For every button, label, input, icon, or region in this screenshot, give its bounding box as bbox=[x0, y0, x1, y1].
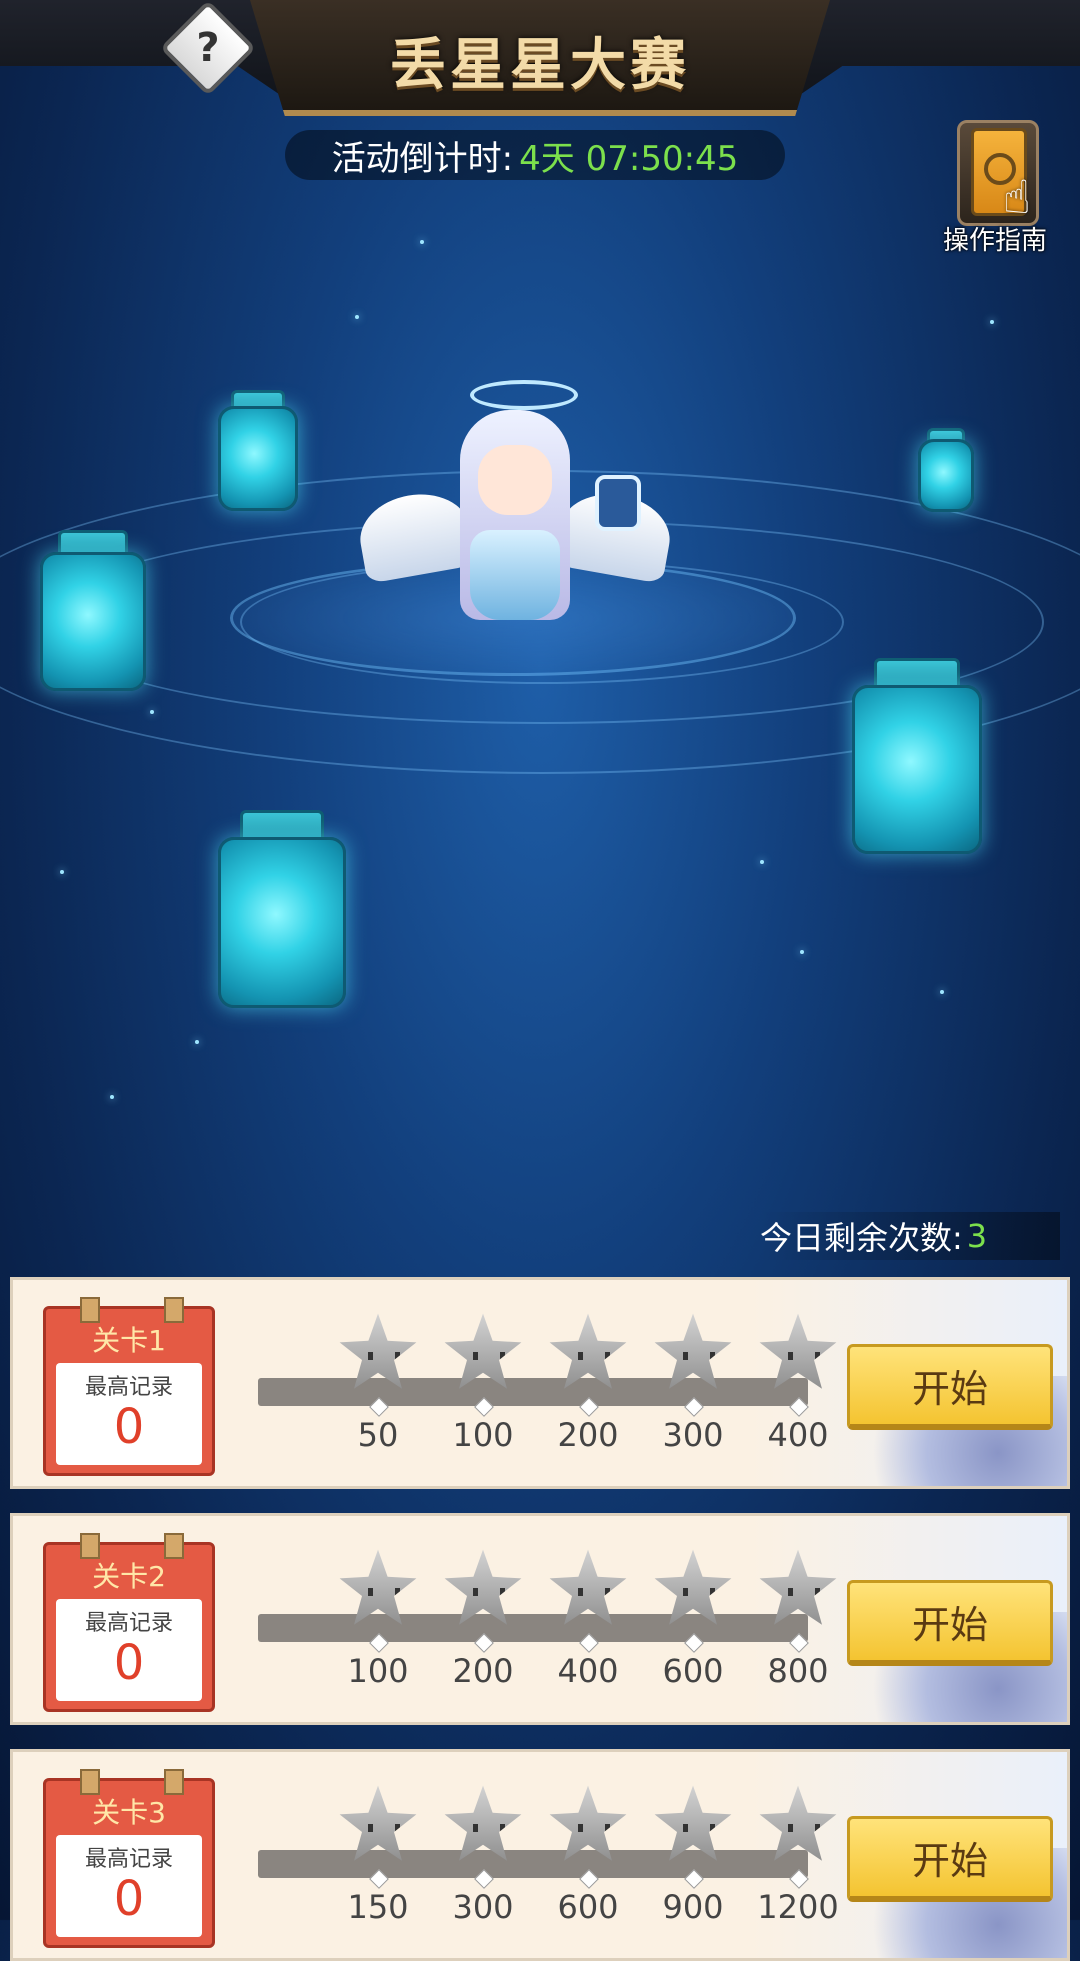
best-record-label: 最高记录 bbox=[84, 1847, 173, 1872]
level-card-2: 关卡2 最高记录 0 100 200 400 600 800 开始 bbox=[10, 1513, 1070, 1725]
countdown-label: 活动倒计时: bbox=[331, 138, 514, 179]
event-countdown: 活动倒计时: 4天 07:50:45 bbox=[285, 130, 785, 180]
question-mark-icon: ? bbox=[196, 25, 220, 71]
operation-guide-button[interactable]: ☝ 操作指南 bbox=[935, 120, 1055, 256]
threshold-value: 300 bbox=[452, 1888, 514, 1926]
level-name: 关卡3 bbox=[92, 1796, 166, 1829]
score-progress-track bbox=[258, 1378, 808, 1406]
remaining-value: 3 bbox=[966, 1217, 988, 1255]
level-badge: 关卡1 最高记录 0 bbox=[43, 1297, 215, 1476]
level-name: 关卡1 bbox=[92, 1324, 166, 1357]
threshold-value: 600 bbox=[557, 1888, 619, 1926]
pointing-hand-icon: ☝ bbox=[1003, 170, 1032, 224]
threshold-value: 600 bbox=[662, 1652, 724, 1690]
character-dress bbox=[470, 530, 560, 620]
level-name: 关卡2 bbox=[92, 1560, 166, 1593]
star-jar bbox=[218, 810, 346, 1008]
character-face bbox=[478, 445, 552, 515]
angel-character bbox=[230, 380, 796, 676]
remaining-attempts: 今日剩余次数: 3 bbox=[760, 1212, 1060, 1260]
start-button[interactable]: 开始 bbox=[847, 1816, 1053, 1902]
threshold-value: 200 bbox=[452, 1652, 514, 1690]
best-record-value: 0 bbox=[113, 1871, 145, 1927]
star-jar bbox=[40, 530, 146, 691]
start-button[interactable]: 开始 bbox=[847, 1580, 1053, 1666]
score-progress-track bbox=[258, 1614, 808, 1642]
star-jar bbox=[852, 658, 982, 854]
best-record-value: 0 bbox=[113, 1399, 145, 1455]
threshold-value: 200 bbox=[557, 1416, 619, 1454]
level-card-1: 关卡1 最高记录 0 50 100 200 300 400 开始 bbox=[10, 1277, 1070, 1489]
score-progress-track bbox=[258, 1850, 808, 1878]
threshold-value: 400 bbox=[557, 1652, 619, 1690]
level-badge: 关卡3 最高记录 0 bbox=[43, 1769, 215, 1948]
best-record-value: 0 bbox=[113, 1635, 145, 1691]
halo-icon bbox=[470, 380, 578, 410]
threshold-value: 300 bbox=[662, 1416, 724, 1454]
threshold-value: 150 bbox=[347, 1888, 409, 1926]
level-card-3: 关卡3 最高记录 0 150 300 600 900 1200 开始 bbox=[10, 1749, 1070, 1961]
threshold-value: 400 bbox=[767, 1416, 829, 1454]
remaining-label: 今日剩余次数: bbox=[760, 1219, 963, 1257]
countdown-value: 4天 07:50:45 bbox=[519, 138, 739, 179]
threshold-value: 800 bbox=[767, 1652, 829, 1690]
start-button[interactable]: 开始 bbox=[847, 1344, 1053, 1430]
star-jar bbox=[918, 428, 974, 512]
threshold-value: 1200 bbox=[757, 1888, 839, 1926]
threshold-value: 50 bbox=[357, 1416, 399, 1454]
guide-label: 操作指南 bbox=[942, 226, 1047, 256]
threshold-value: 100 bbox=[347, 1652, 409, 1690]
event-title: 丢星星大赛 bbox=[390, 33, 690, 98]
level-badge: 关卡2 最高记录 0 bbox=[43, 1533, 215, 1712]
best-record-label: 最高记录 bbox=[84, 1375, 173, 1400]
star-jar bbox=[218, 390, 298, 511]
threshold-value: 900 bbox=[662, 1888, 724, 1926]
best-record-label: 最高记录 bbox=[84, 1611, 173, 1636]
threshold-value: 100 bbox=[452, 1416, 514, 1454]
staff-lantern-icon bbox=[595, 475, 641, 531]
